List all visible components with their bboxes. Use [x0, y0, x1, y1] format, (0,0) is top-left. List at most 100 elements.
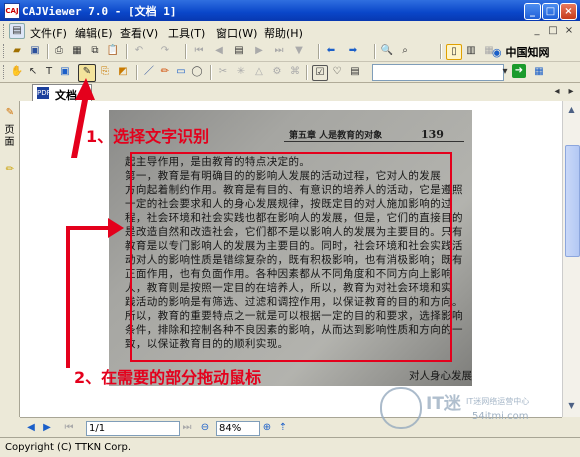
search-input[interactable] [372, 64, 504, 81]
copy-icon[interactable]: ⧉ [88, 44, 102, 58]
back-icon[interactable]: ⬅ [324, 44, 338, 58]
zoom-in-icon[interactable]: ⊕ [260, 421, 274, 435]
status-copyright: Copyright (C) TTKN Corp. [5, 442, 132, 453]
highlighter-icon[interactable]: ✏ [158, 65, 172, 79]
toolbar-separator [318, 44, 320, 59]
tab-scroll-left-icon[interactable]: ◂ [550, 85, 564, 99]
print-preview-icon[interactable]: ▦ [70, 44, 84, 58]
sidebar-pages-tab[interactable]: 页面 [3, 125, 16, 149]
snapshot-icon[interactable]: ⎘ [98, 65, 112, 79]
doc-minimize-button[interactable]: _ [530, 24, 544, 38]
fit-page-icon[interactable]: ⇡ [276, 421, 290, 435]
eraser-icon[interactable]: ◩ [116, 65, 130, 79]
find-icon[interactable]: 🔍 [380, 44, 394, 58]
open-folder-icon[interactable]: ▰ [10, 44, 24, 58]
maximize-button[interactable]: □ [542, 3, 559, 20]
status-bar: Copyright (C) TTKN Corp. [0, 437, 580, 457]
hand-tool-icon[interactable]: ✋ [10, 65, 24, 79]
menu-window[interactable]: 窗口(W) [216, 25, 257, 41]
annotation-step-1: 1、选择文字识别 [86, 127, 210, 146]
left-sidebar: ✎ 页面 ✏ [0, 101, 20, 417]
menu-help[interactable]: 帮助(H) [264, 25, 303, 41]
doc-close-button[interactable]: × [562, 24, 576, 38]
menu-view[interactable]: 查看(V) [120, 25, 158, 41]
toolbar-separator [136, 65, 138, 80]
search-options-icon[interactable]: ▦ [532, 65, 546, 79]
image-select-icon[interactable]: ▣ [58, 65, 72, 79]
tab-scroll-right-icon[interactable]: ▸ [564, 85, 578, 99]
toolbar-separator [374, 44, 376, 59]
document-icon[interactable]: ▤ [232, 44, 246, 58]
zoom-level-field[interactable]: 84% [216, 421, 260, 436]
bookmark-icon[interactable]: ♡ [330, 65, 344, 79]
last-page-nav-icon[interactable]: ⏭ [180, 421, 194, 435]
menu-edit[interactable]: 编辑(E) [75, 25, 113, 41]
text-select-icon[interactable]: T [42, 65, 56, 79]
checkbox-tool-icon[interactable]: ☑ [312, 65, 328, 81]
line-icon[interactable]: ✂ [216, 65, 230, 79]
select-arrow-icon[interactable]: ↖ [26, 65, 40, 79]
vertical-scrollbar[interactable]: ▲ ▼ [562, 101, 580, 417]
toolbar-separator [185, 44, 187, 59]
paste-icon[interactable]: 📋 [106, 44, 120, 58]
pdf-document-icon: PDF [37, 87, 51, 99]
minimize-button[interactable]: _ [524, 3, 541, 20]
first-page-icon[interactable]: ⏮ [192, 44, 206, 58]
search-go-button[interactable]: ➜ [512, 64, 526, 78]
first-page-nav-icon[interactable]: ⏮ [62, 421, 76, 435]
go-down-icon[interactable]: ▼ [292, 44, 306, 58]
menu-file[interactable]: 文件(F) [30, 25, 67, 41]
title-bar[interactable]: CAJ CAJViewer 7.0 - [文档 1] _ □ × [0, 0, 580, 22]
ocr-text-recognition-icon[interactable]: ✎ [78, 64, 96, 82]
scroll-thumb[interactable] [565, 145, 580, 257]
page-number-field[interactable]: 1/1 [86, 421, 180, 436]
rectangle-icon[interactable]: ▭ [174, 65, 188, 79]
note-icon[interactable]: ⌘ [288, 65, 302, 79]
doc-restore-button[interactable]: □ [546, 24, 560, 38]
arrow-annotation-icon[interactable]: ✳ [234, 65, 248, 79]
zoom-out-icon[interactable]: ⊖ [198, 421, 212, 435]
save-icon[interactable]: ▣ [28, 44, 42, 58]
redo-icon[interactable]: ↷ [158, 44, 172, 58]
next-page-icon[interactable]: ▶ [252, 44, 266, 58]
ellipse-icon[interactable]: ◯ [190, 65, 204, 79]
pen-icon[interactable]: ／ [142, 65, 156, 79]
print-icon[interactable]: ⎙ [52, 44, 66, 58]
standard-toolbar: ▰ ▣ ⎙ ▦ ⧉ 📋 ↶ ↷ ⏮ ◀ ▤ ▶ ⏭ ▼ ⬅ ➡ 🔍 ⌕ ▯ ▥ … [0, 41, 580, 62]
search-dropdown-icon[interactable]: ▾ [498, 65, 512, 79]
cnki-brand[interactable]: ◉ 中国知网 [492, 44, 549, 60]
document-viewport[interactable]: 第五章 人是教育的对象 139 起主导作用，是由教育的特点决定的。 第一，教育是… [20, 101, 562, 417]
selection-rectangle[interactable] [130, 152, 452, 362]
tab-document-1[interactable]: PDF 文档 1 [32, 84, 92, 102]
last-page-icon[interactable]: ⏭ [272, 44, 286, 58]
marker-panel-icon[interactable]: ✏ [3, 163, 17, 177]
find-next-icon[interactable]: ⌕ [398, 44, 412, 58]
document-menu-icon[interactable]: ▤ [9, 23, 25, 39]
continuous-page-icon[interactable]: ▥ [464, 44, 478, 58]
annotation-panel-icon[interactable]: ✎ [3, 106, 17, 120]
page-down-icon[interactable]: ▶ [40, 421, 54, 435]
annotation-step-2: 2、在需要的部分拖动鼠标 [74, 368, 262, 387]
triangle-icon[interactable]: △ [252, 65, 266, 79]
text-line-fragment: 对人身心发展起到更大决定作用 [409, 370, 472, 382]
close-button[interactable]: × [560, 3, 577, 20]
stamp-icon[interactable]: ⚙ [270, 65, 284, 79]
menu-grip[interactable] [3, 24, 7, 38]
watermark-subtitle: IT迷网络运营中心 [466, 397, 530, 406]
toolbar-grip[interactable] [3, 44, 7, 58]
toolbar-separator [47, 44, 49, 59]
scroll-up-icon[interactable]: ▲ [565, 103, 578, 117]
toolbar-grip[interactable] [3, 65, 7, 79]
toolbar-separator [306, 65, 308, 80]
document-tab-bar: PDF 文档 1 ◂ ▸ [0, 83, 580, 102]
layer-icon[interactable]: ▤ [348, 65, 362, 79]
prev-page-icon[interactable]: ◀ [212, 44, 226, 58]
header-rule [284, 141, 464, 142]
page-number: 139 [421, 128, 444, 141]
forward-icon[interactable]: ➡ [346, 44, 360, 58]
menu-tools[interactable]: 工具(T) [168, 25, 205, 41]
single-page-icon[interactable]: ▯ [446, 44, 462, 60]
window-title: CAJViewer 7.0 - [文档 1] [22, 5, 177, 18]
page-up-icon[interactable]: ◀ [24, 421, 38, 435]
undo-icon[interactable]: ↶ [132, 44, 146, 58]
